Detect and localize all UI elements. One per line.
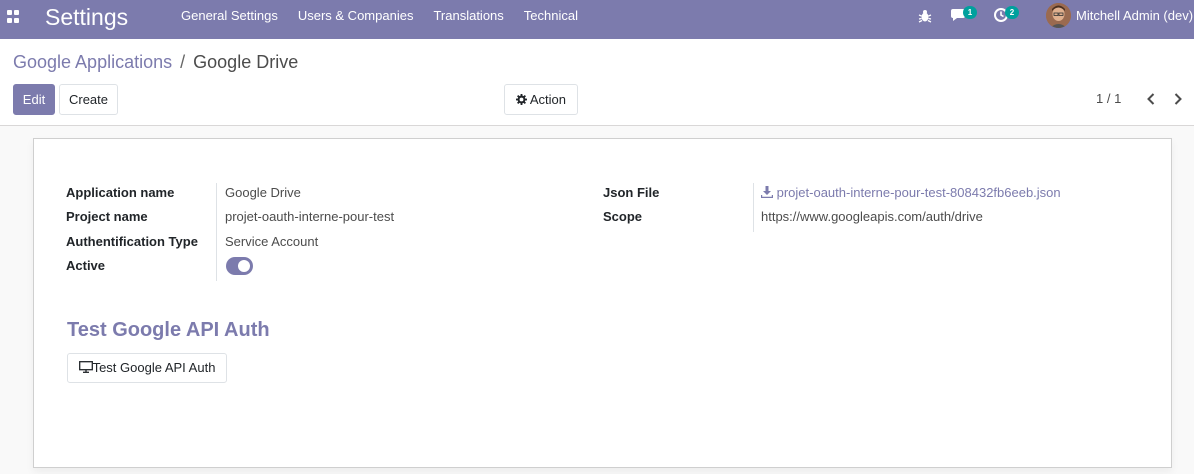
- action-button[interactable]: Action: [504, 84, 578, 115]
- chevron-right-icon: [1174, 93, 1182, 105]
- project-name-value: projet-oauth-interne-pour-test: [225, 209, 395, 224]
- user-avatar[interactable]: [1046, 3, 1071, 28]
- pager-next-button[interactable]: [1170, 91, 1186, 107]
- scope-value: https://www.googleapis.com/auth/drive: [761, 209, 983, 224]
- gear-icon: [515, 94, 527, 105]
- test-google-api-auth-button[interactable]: Test Google API Auth: [67, 353, 227, 383]
- create-button[interactable]: Create: [59, 84, 118, 115]
- edit-button[interactable]: Edit: [13, 84, 55, 115]
- activities-badge: 2: [1005, 6, 1019, 19]
- breadcrumb-parent[interactable]: Google Applications: [13, 52, 172, 72]
- left-group-divider: [216, 183, 217, 281]
- app-title: Settings: [45, 4, 129, 30]
- right-group-divider: [753, 183, 754, 232]
- menu-technical[interactable]: Technical: [514, 0, 588, 39]
- breadcrumb-current: Google Drive: [193, 52, 299, 72]
- top-navbar: Settings General Settings Users & Compan…: [0, 0, 1194, 39]
- user-menu[interactable]: Mitchell Admin (dev): [1076, 8, 1193, 23]
- chevron-left-icon: [1147, 93, 1155, 105]
- menu-general-settings[interactable]: General Settings: [171, 0, 288, 39]
- pager-previous-button[interactable]: [1143, 91, 1159, 107]
- section-title: Test Google API Auth: [67, 319, 270, 341]
- messages-button[interactable]: 1: [951, 6, 981, 30]
- action-label: Action: [529, 92, 567, 107]
- auth-type-label: Authentification Type: [66, 234, 198, 249]
- monitor-icon: [78, 361, 93, 373]
- breadcrumb: Google Applications / Google Drive: [13, 52, 298, 73]
- active-label: Active: [66, 258, 106, 273]
- active-toggle[interactable]: [226, 257, 253, 275]
- menu-users-companies[interactable]: Users & Companies: [288, 0, 424, 39]
- activities-button[interactable]: 2: [994, 6, 1024, 30]
- breadcrumb-separator: /: [180, 52, 186, 72]
- apps-menu-icon[interactable]: [7, 10, 21, 24]
- json-file-download-link[interactable]: projet-oauth-interne-pour-test-808432fb6…: [760, 185, 1061, 200]
- form-sheet: Application name Project name Authentifi…: [33, 138, 1172, 468]
- auth-type-value: Service Account: [225, 234, 319, 249]
- menu-translations[interactable]: Translations: [423, 0, 513, 39]
- application-name-value: Google Drive: [225, 185, 301, 200]
- project-name-label: Project name: [66, 209, 148, 224]
- messages-badge: 1: [963, 6, 977, 19]
- application-name-label: Application name: [66, 185, 175, 200]
- scope-label: Scope: [603, 209, 643, 224]
- download-icon: [760, 186, 774, 199]
- json-file-name: projet-oauth-interne-pour-test-808432fb6…: [776, 185, 1061, 200]
- main-menu: General Settings Users & Companies Trans…: [171, 0, 588, 39]
- control-panel: Google Applications / Google Drive Edit …: [0, 39, 1194, 126]
- test-button-label: Test Google API Auth: [92, 360, 216, 375]
- debug-bug-icon[interactable]: [918, 9, 932, 31]
- json-file-label: Json File: [603, 185, 660, 200]
- pager-value[interactable]: 1 / 1: [1096, 91, 1121, 106]
